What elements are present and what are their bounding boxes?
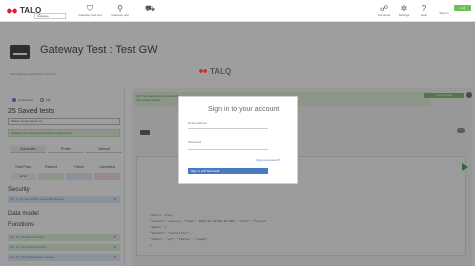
- nav-label: Settings: [398, 13, 410, 17]
- nav-label: Gateway test: [111, 13, 129, 17]
- nav-accounts[interactable]: ☍ Accounts: [374, 4, 394, 17]
- help-icon: ?: [421, 4, 427, 13]
- nav-label: Gateway test tool: [78, 13, 102, 17]
- gateway-icon: ⛉: [87, 4, 93, 13]
- modal-title: Sign in to your account: [208, 106, 280, 113]
- nav-sign-in[interactable]: Sign in: [434, 11, 454, 15]
- password-field[interactable]: [188, 149, 268, 150]
- talq-logo-icon: [199, 69, 207, 73]
- nav-label: Sign in: [439, 11, 449, 15]
- pipe-icon: ⚲: [117, 4, 123, 13]
- nav-label: Accounts: [377, 13, 391, 17]
- email-field[interactable]: [188, 128, 268, 129]
- nav-help[interactable]: ? Help: [414, 4, 434, 17]
- environment-select[interactable]: Gateway: [34, 13, 66, 19]
- nav-gateway-test-tool[interactable]: ⛉ Gateway test tool: [76, 4, 104, 17]
- gear-icon: ✲: [400, 4, 408, 13]
- talq-logo-icon: [7, 8, 17, 14]
- nav-label: Help: [420, 13, 428, 17]
- modal-logo-text: TALQ: [210, 67, 232, 76]
- nav-car[interactable]: ⛟: [136, 4, 164, 13]
- nav-gateway-test[interactable]: ⚲ Gateway test: [106, 4, 134, 17]
- sign-in-button[interactable]: Sign in with Microsoft: [188, 168, 268, 174]
- users-icon: ☍: [379, 4, 389, 13]
- forgot-password-link[interactable]: Forgot password?: [256, 158, 280, 162]
- nav-settings[interactable]: ✲ Settings: [394, 4, 414, 17]
- password-label: Password: [188, 140, 202, 144]
- version-badge: v1.0: [454, 5, 471, 11]
- email-label: Email address: [188, 121, 208, 125]
- car-icon: ⛟: [144, 4, 156, 13]
